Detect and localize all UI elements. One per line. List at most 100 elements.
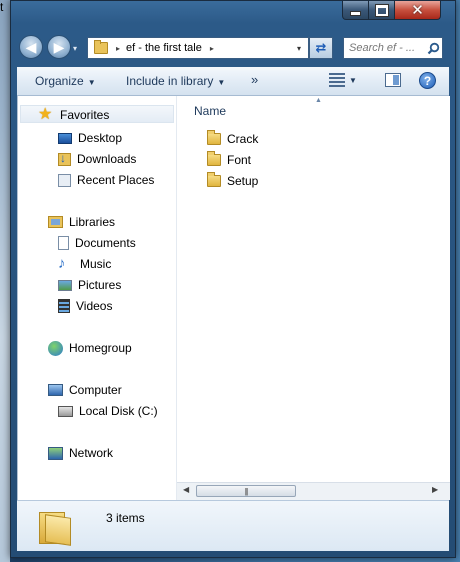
more-commands-button[interactable]: » xyxy=(251,72,258,87)
local-disk-icon xyxy=(58,405,73,417)
downloads-icon xyxy=(58,151,71,166)
chevron-down-icon: ▼ xyxy=(349,75,357,85)
forward-arrow-icon: ▶ xyxy=(53,38,65,55)
breadcrumb-separator[interactable]: ▸ xyxy=(210,44,214,53)
nav-pictures-label: Pictures xyxy=(78,278,122,292)
nav-homegroup[interactable]: Homegroup xyxy=(48,339,132,357)
scroll-left-icon[interactable]: ◀ xyxy=(183,485,189,494)
file-name: Crack xyxy=(227,132,259,146)
back-button[interactable]: ◀ xyxy=(19,35,43,59)
minimize-button[interactable] xyxy=(342,1,369,20)
caption-buttons: ✕ xyxy=(342,1,441,21)
nav-network[interactable]: Network xyxy=(48,444,113,462)
desktop-text-fragment: t xyxy=(0,0,4,14)
music-icon: ♪ xyxy=(58,255,66,272)
search-box[interactable]: Search ef - ... xyxy=(343,37,443,59)
help-button[interactable]: ? xyxy=(419,72,436,89)
nav-recent-places[interactable]: Recent Places xyxy=(58,171,154,189)
desktop-icon xyxy=(58,133,72,144)
nav-desktop-label: Desktop xyxy=(78,131,123,145)
preview-pane-button[interactable] xyxy=(385,73,401,87)
documents-icon xyxy=(58,236,69,250)
nav-videos[interactable]: Videos xyxy=(58,297,112,315)
network-icon xyxy=(48,446,63,460)
explorer-window: ✕ ◀ ▶ ▾ ▸ ef - the first tale ▸ ▾ ⇄ Sear… xyxy=(10,0,456,558)
address-row: ◀ ▶ ▾ ▸ ef - the first tale ▸ ▾ ⇄ Search… xyxy=(11,29,455,67)
homegroup-icon xyxy=(48,340,63,356)
change-view-button[interactable]: ▼ xyxy=(329,73,357,87)
nav-documents[interactable]: Documents xyxy=(58,234,136,252)
chevron-down-icon: ▼ xyxy=(87,78,96,87)
search-input[interactable]: Search ef - ... xyxy=(349,42,424,54)
nav-computer[interactable]: Computer xyxy=(48,381,122,399)
nav-homegroup-label: Homegroup xyxy=(69,341,132,355)
file-item-crack[interactable]: Crack xyxy=(207,130,259,146)
include-in-library-menu[interactable]: Include in library ▼ xyxy=(126,74,225,88)
horizontal-scrollbar[interactable]: ◀ ||| ▶ xyxy=(177,482,450,500)
address-bar[interactable]: ▸ ef - the first tale ▸ ▾ xyxy=(87,37,309,59)
address-dropdown-icon[interactable]: ▾ xyxy=(290,38,308,58)
preview-pane-icon xyxy=(385,73,401,87)
search-icon[interactable] xyxy=(424,39,442,57)
folder-icon xyxy=(207,172,221,187)
folder-icon xyxy=(207,151,221,166)
breadcrumb-separator[interactable]: ▸ xyxy=(116,44,120,53)
back-arrow-icon: ◀ xyxy=(25,38,37,55)
folder-icon xyxy=(207,130,221,145)
nav-local-disk[interactable]: Local Disk (C:) xyxy=(58,402,158,420)
nav-favorites[interactable]: ★ Favorites xyxy=(38,106,109,124)
details-pane: 3 items xyxy=(17,500,449,551)
recent-pages-dropdown-icon[interactable]: ▾ xyxy=(73,44,77,53)
pictures-icon xyxy=(58,279,72,291)
close-icon: ✕ xyxy=(411,1,424,19)
breadcrumb-current-folder[interactable]: ef - the first tale xyxy=(126,42,202,54)
nav-music[interactable]: ♪ Music xyxy=(58,255,111,273)
help-icon: ? xyxy=(419,72,436,89)
item-count: 3 items xyxy=(106,511,145,525)
navigation-pane: ★ Favorites Desktop Downloads Recent Pla… xyxy=(18,96,177,500)
maximize-icon xyxy=(375,4,388,16)
content-area: ★ Favorites Desktop Downloads Recent Pla… xyxy=(17,96,450,500)
file-item-font[interactable]: Font xyxy=(207,151,252,167)
organize-label: Organize xyxy=(35,74,84,88)
organize-menu[interactable]: Organize ▼ xyxy=(35,74,96,88)
desktop-edge xyxy=(0,0,10,562)
nav-recent-places-label: Recent Places xyxy=(77,173,155,187)
minimize-icon xyxy=(350,10,361,16)
nav-pictures[interactable]: Pictures xyxy=(58,276,121,294)
close-button[interactable]: ✕ xyxy=(395,1,441,20)
videos-icon xyxy=(58,299,70,313)
computer-icon xyxy=(48,384,63,396)
scrollbar-thumb[interactable]: ||| xyxy=(196,485,296,497)
forward-button[interactable]: ▶ xyxy=(47,35,71,59)
maximize-button[interactable] xyxy=(369,1,395,20)
refresh-icon: ⇄ xyxy=(315,40,327,55)
chevron-down-icon: ▼ xyxy=(217,78,226,87)
command-bar: Organize ▼ Include in library ▼ » ▼ ? xyxy=(17,67,449,96)
nav-downloads-label: Downloads xyxy=(77,152,137,166)
include-in-library-label: Include in library xyxy=(126,74,214,88)
nav-desktop[interactable]: Desktop xyxy=(58,129,122,147)
star-icon: ★ xyxy=(38,106,53,123)
nav-local-disk-label: Local Disk (C:) xyxy=(79,404,158,418)
file-name: Setup xyxy=(227,174,259,188)
file-item-setup[interactable]: Setup xyxy=(207,172,259,188)
nav-favorites-label: Favorites xyxy=(60,108,110,122)
scroll-right-icon[interactable]: ▶ xyxy=(432,485,438,494)
folder-large-icon xyxy=(39,508,73,546)
nav-downloads[interactable]: Downloads xyxy=(58,150,136,168)
libraries-icon xyxy=(48,216,63,228)
sort-ascending-icon: ▲ xyxy=(315,97,322,104)
nav-libraries-label: Libraries xyxy=(69,215,116,229)
file-list-pane: Name ▲ Crack Font Setup ◀ ||| ▶ xyxy=(177,96,450,500)
column-header-label: Name xyxy=(194,104,227,118)
column-header-name[interactable]: Name xyxy=(194,104,226,118)
refresh-button[interactable]: ⇄ xyxy=(309,37,333,59)
nav-network-label: Network xyxy=(69,446,114,460)
file-name: Font xyxy=(227,153,252,167)
navigation-buttons: ◀ ▶ ▾ xyxy=(19,34,79,62)
details-view-icon xyxy=(329,73,345,87)
nav-libraries[interactable]: Libraries xyxy=(48,213,115,231)
folder-icon xyxy=(94,40,108,54)
nav-music-label: Music xyxy=(80,257,112,271)
